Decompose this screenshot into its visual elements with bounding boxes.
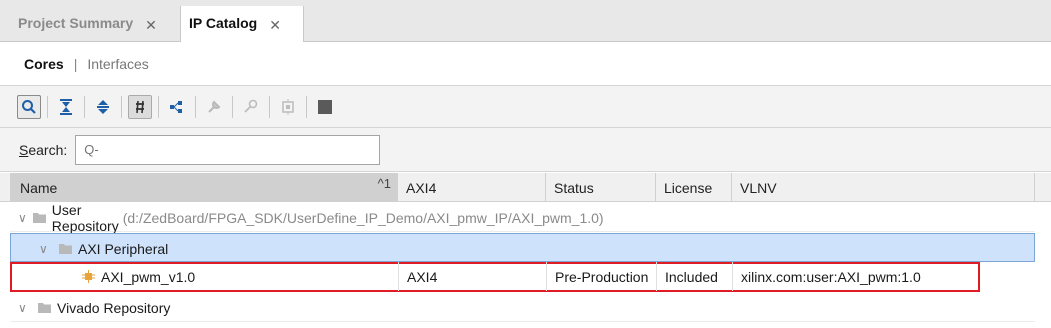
ip-settings-icon[interactable] (276, 95, 300, 119)
search-field[interactable] (75, 134, 381, 165)
expand-all-icon[interactable] (91, 95, 115, 119)
chevron-down-icon[interactable]: ∨ (18, 211, 27, 225)
toolbar-divider (269, 95, 270, 118)
stop-icon[interactable] (313, 95, 337, 119)
folder-icon (59, 241, 72, 257)
toolbar-divider (47, 95, 48, 118)
subtab-interfaces[interactable]: Interfaces (87, 56, 148, 72)
column-header-axi4[interactable]: AXI4 (398, 173, 546, 202)
column-header-vlnv[interactable]: VLNV (732, 173, 1035, 202)
vlnv-cell: xilinx.com:user:AXI_pwm:1.0 (732, 262, 980, 291)
ip-name: AXI_pwm_v1.0 (101, 268, 196, 285)
table-header: Name ^1 AXI4 Status License VLNV (0, 173, 1051, 202)
toolbar-divider (306, 95, 307, 118)
editor-tab-bar: Project Summary ✕ IP Catalog ✕ (0, 0, 1051, 43)
name-cell: AXI_pwm_v1.0 (10, 262, 398, 291)
ip-core-icon (82, 270, 95, 283)
toolbar-divider (121, 95, 122, 118)
repository-name: User Repository (51, 201, 119, 234)
close-icon[interactable]: ✕ (145, 17, 157, 34)
search-input[interactable] (84, 142, 345, 157)
status-cell: Pre-Production (546, 262, 656, 291)
tab-project-summary[interactable]: Project Summary ✕ (8, 6, 180, 42)
chevron-down-icon[interactable]: ∨ (18, 301, 32, 315)
name-cell: ∨ AXI Peripheral (11, 234, 399, 263)
tab-label: IP Catalog (189, 15, 258, 31)
column-header-license[interactable]: License (656, 173, 732, 202)
tree-row-vivado-repository[interactable]: ∨ Vivado Repository (10, 293, 1035, 322)
folder-icon (38, 300, 51, 316)
customize-ip-icon[interactable] (202, 95, 226, 119)
toolbar-divider (195, 95, 196, 118)
toolbar-divider (232, 95, 233, 118)
search-row: Search: (0, 128, 1051, 172)
tree-row-axi-pwm-ip[interactable]: AXI_pwm_v1.0 AXI4 Pre-Production Include… (10, 262, 980, 292)
subtab-separator: | (73, 55, 78, 72)
search-icon[interactable] (17, 94, 41, 119)
name-cell: ∨ User Repository (d:/ZedBoard/FPGA_SDK/… (10, 201, 604, 234)
toolbar-divider (158, 95, 159, 118)
search-label-rest: earch: (28, 141, 68, 158)
column-header-name[interactable]: Name ^1 (10, 173, 398, 202)
column-header-status[interactable]: Status (546, 173, 656, 202)
subtab-cores[interactable]: Cores (24, 56, 64, 72)
catalog-subtabs: Cores | Interfaces (0, 42, 1051, 86)
folder-icon (32, 210, 46, 226)
axi4-cell: AXI4 (398, 262, 546, 291)
repository-path: (d:/ZedBoard/FPGA_SDK/UserDefine_IP_Demo… (122, 209, 604, 226)
toolbar (0, 86, 1051, 128)
hierarchy-icon[interactable] (165, 95, 189, 119)
close-icon[interactable]: ✕ (269, 17, 281, 34)
search-label: Search: (19, 142, 67, 158)
repository-name: Vivado Repository (57, 299, 171, 316)
chevron-down-icon[interactable]: ∨ (39, 242, 53, 256)
sort-ascending-icon: ^1 (377, 176, 391, 191)
toolbar-divider (84, 95, 85, 118)
collapse-all-icon[interactable] (54, 95, 78, 119)
search-label-mnemonic: S (19, 141, 29, 158)
tree-row-axi-peripheral[interactable]: ∨ AXI Peripheral (10, 233, 1035, 262)
license-key-icon[interactable] (239, 95, 263, 119)
category-name: AXI Peripheral (78, 240, 169, 257)
tree-row-user-repository[interactable]: ∨ User Repository (d:/ZedBoard/FPGA_SDK/… (10, 201, 1035, 234)
tab-label: Project Summary (18, 15, 134, 31)
name-cell: ∨ Vivado Repository (10, 293, 398, 322)
tab-ip-catalog[interactable]: IP Catalog ✕ (180, 6, 304, 43)
group-by-icon[interactable] (128, 94, 152, 119)
license-cell: Included (656, 262, 732, 291)
column-header-label: Name (20, 179, 58, 196)
